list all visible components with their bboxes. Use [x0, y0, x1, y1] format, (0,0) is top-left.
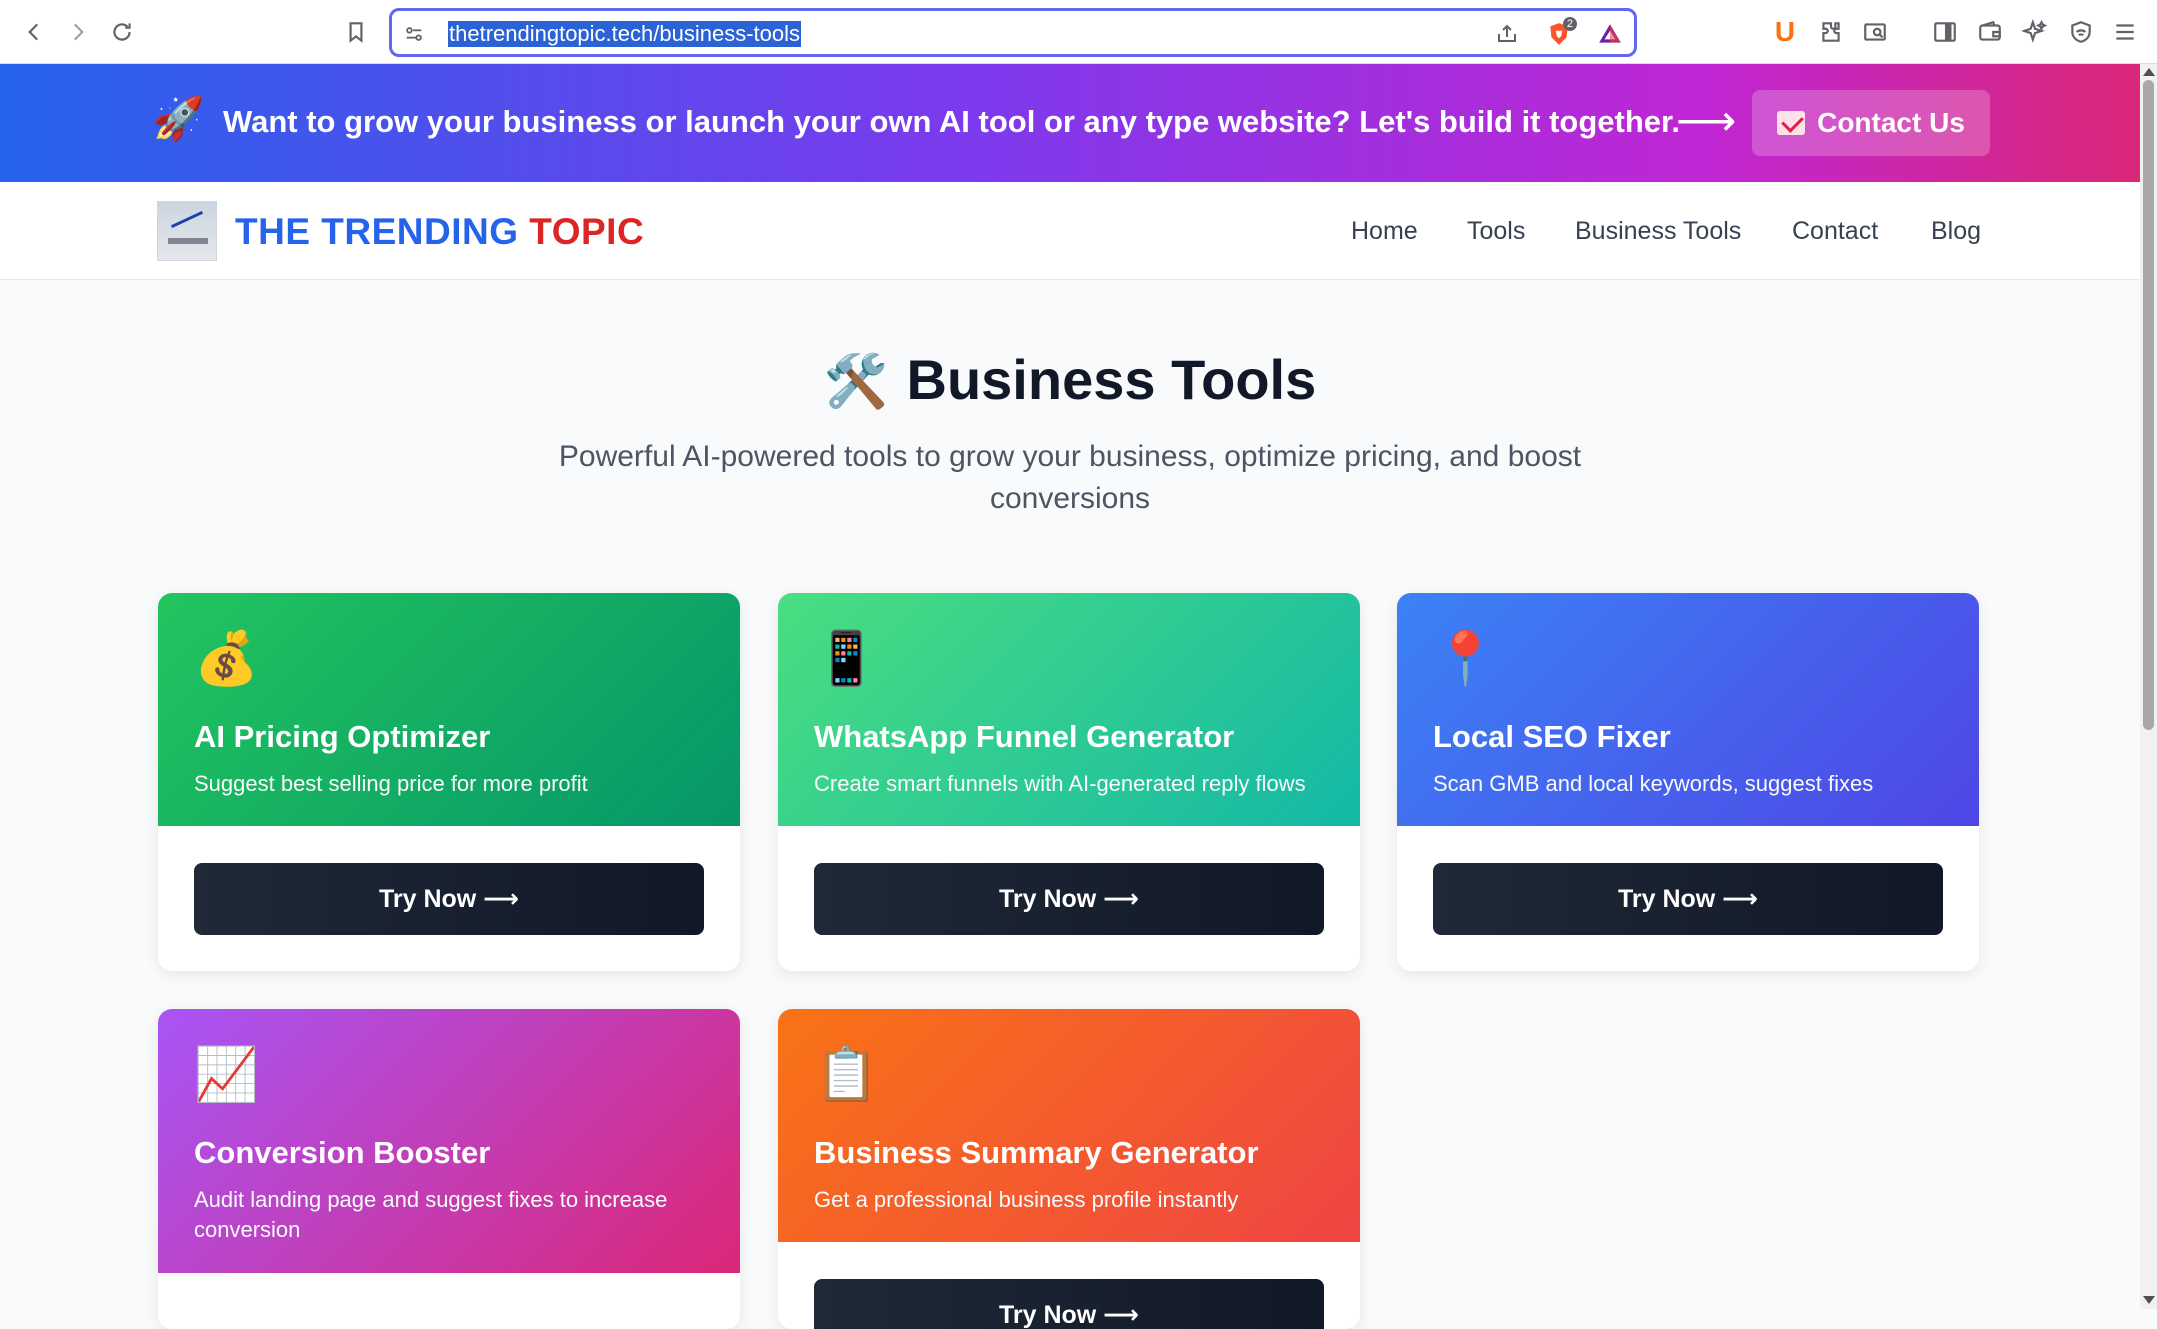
tool-card-whatsapp-funnel-generator: 📱 WhatsApp Funnel Generator Create smart… — [778, 593, 1360, 971]
vpn-shield-icon[interactable] — [2066, 17, 2096, 47]
nav-blog[interactable]: Blog — [1931, 216, 1981, 246]
rocket-icon: 🚀 — [152, 95, 205, 142]
url-text[interactable]: thetrendingtopic.tech/business-tools — [448, 21, 801, 47]
card-title: Local SEO Fixer — [1433, 719, 1671, 754]
brave-rewards-icon[interactable] — [1596, 20, 1624, 48]
card-description: Get a professional business profile inst… — [814, 1187, 1239, 1212]
page-title: 🛠️ Business Tools — [0, 345, 2140, 417]
site-info-icon[interactable] — [400, 20, 428, 48]
site-brand[interactable]: THE TRENDING TOPIC — [235, 210, 644, 254]
screenshot-icon[interactable] — [1860, 17, 1890, 47]
site-logo[interactable] — [157, 201, 217, 261]
shields-badge: 2 — [1562, 17, 1577, 31]
back-icon[interactable] — [16, 14, 52, 50]
browser-toolbar: thetrendingtopic.tech/business-tools 2 U — [0, 0, 2157, 64]
brave-shields-icon[interactable]: 2 — [1545, 17, 1577, 48]
map-pin-icon: 📍 — [1433, 630, 1498, 688]
promo-text: Want to grow your business or launch you… — [223, 104, 1681, 139]
page-scrollbar[interactable] — [2140, 64, 2157, 1309]
bookmark-icon[interactable] — [338, 14, 374, 50]
card-header: 📋 Business Summary Generator Get a profe… — [778, 1009, 1360, 1242]
tool-card-business-summary-generator: 📋 Business Summary Generator Get a profe… — [778, 1009, 1360, 1329]
card-title: AI Pricing Optimizer — [194, 719, 491, 754]
contact-us-label: Contact Us — [1817, 107, 1965, 138]
nav-business-tools[interactable]: Business Tools — [1575, 216, 1741, 246]
envelope-icon — [1777, 111, 1806, 135]
page-subtitle: Powerful AI-powered tools to grow your b… — [558, 440, 1582, 515]
tool-card-conversion-booster: 📈 Conversion Booster Audit landing page … — [158, 1009, 740, 1329]
try-now-button[interactable]: Try Now ⟶ — [814, 1279, 1324, 1329]
card-header: 📱 WhatsApp Funnel Generator Create smart… — [778, 593, 1360, 826]
nav-home[interactable]: Home — [1351, 216, 1418, 246]
contact-us-button[interactable]: Contact Us — [1752, 90, 1990, 156]
tool-card-local-seo-fixer: 📍 Local SEO Fixer Scan GMB and local key… — [1397, 593, 1979, 971]
address-bar[interactable]: thetrendingtopic.tech/business-tools 2 — [389, 8, 1637, 57]
card-description: Audit landing page and suggest fixes to … — [194, 1187, 668, 1242]
reload-icon[interactable] — [104, 14, 140, 50]
card-title: Business Summary Generator — [814, 1135, 1259, 1170]
card-description: Scan GMB and local keywords, suggest fix… — [1433, 771, 1874, 796]
try-now-button[interactable]: Try Now ⟶ — [1433, 863, 1943, 935]
chart-increasing-icon: 📈 — [194, 1046, 259, 1104]
card-header: 💰 AI Pricing Optimizer Suggest best sell… — [158, 593, 740, 826]
clipboard-icon: 📋 — [814, 1046, 879, 1104]
try-now-button[interactable]: Try Now ⟶ — [194, 863, 704, 935]
tools-icon: 🛠️ — [823, 353, 889, 411]
try-now-button[interactable]: Try Now ⟶ — [814, 863, 1324, 935]
money-bag-icon: 💰 — [194, 630, 259, 688]
card-title: Conversion Booster — [194, 1135, 491, 1170]
card-description: Create smart funnels with AI-generated r… — [814, 771, 1306, 796]
promo-banner: 🚀 Want to grow your business or launch y… — [0, 64, 2140, 182]
leo-ai-icon[interactable] — [2020, 17, 2050, 47]
share-icon[interactable] — [1493, 20, 1521, 48]
scroll-down-icon[interactable] — [2143, 1296, 2155, 1304]
card-description: Suggest best selling price for more prof… — [194, 771, 588, 796]
scrollbar-thumb[interactable] — [2143, 80, 2154, 730]
menu-icon[interactable] — [2110, 17, 2140, 47]
forward-icon[interactable] — [60, 14, 96, 50]
tool-card-ai-pricing-optimizer: 💰 AI Pricing Optimizer Suggest best sell… — [158, 593, 740, 971]
page-title-text: Business Tools — [906, 348, 1317, 411]
arrow-right-icon: ⟶ — [1676, 97, 1737, 144]
card-header: 📈 Conversion Booster Audit landing page … — [158, 1009, 740, 1273]
ublock-icon[interactable]: U — [1770, 16, 1800, 47]
nav-tools[interactable]: Tools — [1467, 216, 1525, 246]
nav-contact[interactable]: Contact — [1792, 216, 1878, 246]
extensions-icon[interactable] — [1816, 17, 1846, 47]
card-header: 📍 Local SEO Fixer Scan GMB and local key… — [1397, 593, 1979, 826]
mobile-phone-icon: 📱 — [814, 630, 879, 688]
site-header: THE TRENDING TOPIC Home Tools Business T… — [0, 182, 2140, 280]
wallet-icon[interactable] — [1975, 17, 2005, 47]
sidebar-toggle-icon[interactable] — [1930, 17, 1960, 47]
brand-part-2: TOPIC — [529, 211, 645, 252]
brand-part-1: THE TRENDING — [235, 211, 519, 252]
scroll-up-icon[interactable] — [2143, 68, 2155, 76]
card-title: WhatsApp Funnel Generator — [814, 719, 1235, 754]
